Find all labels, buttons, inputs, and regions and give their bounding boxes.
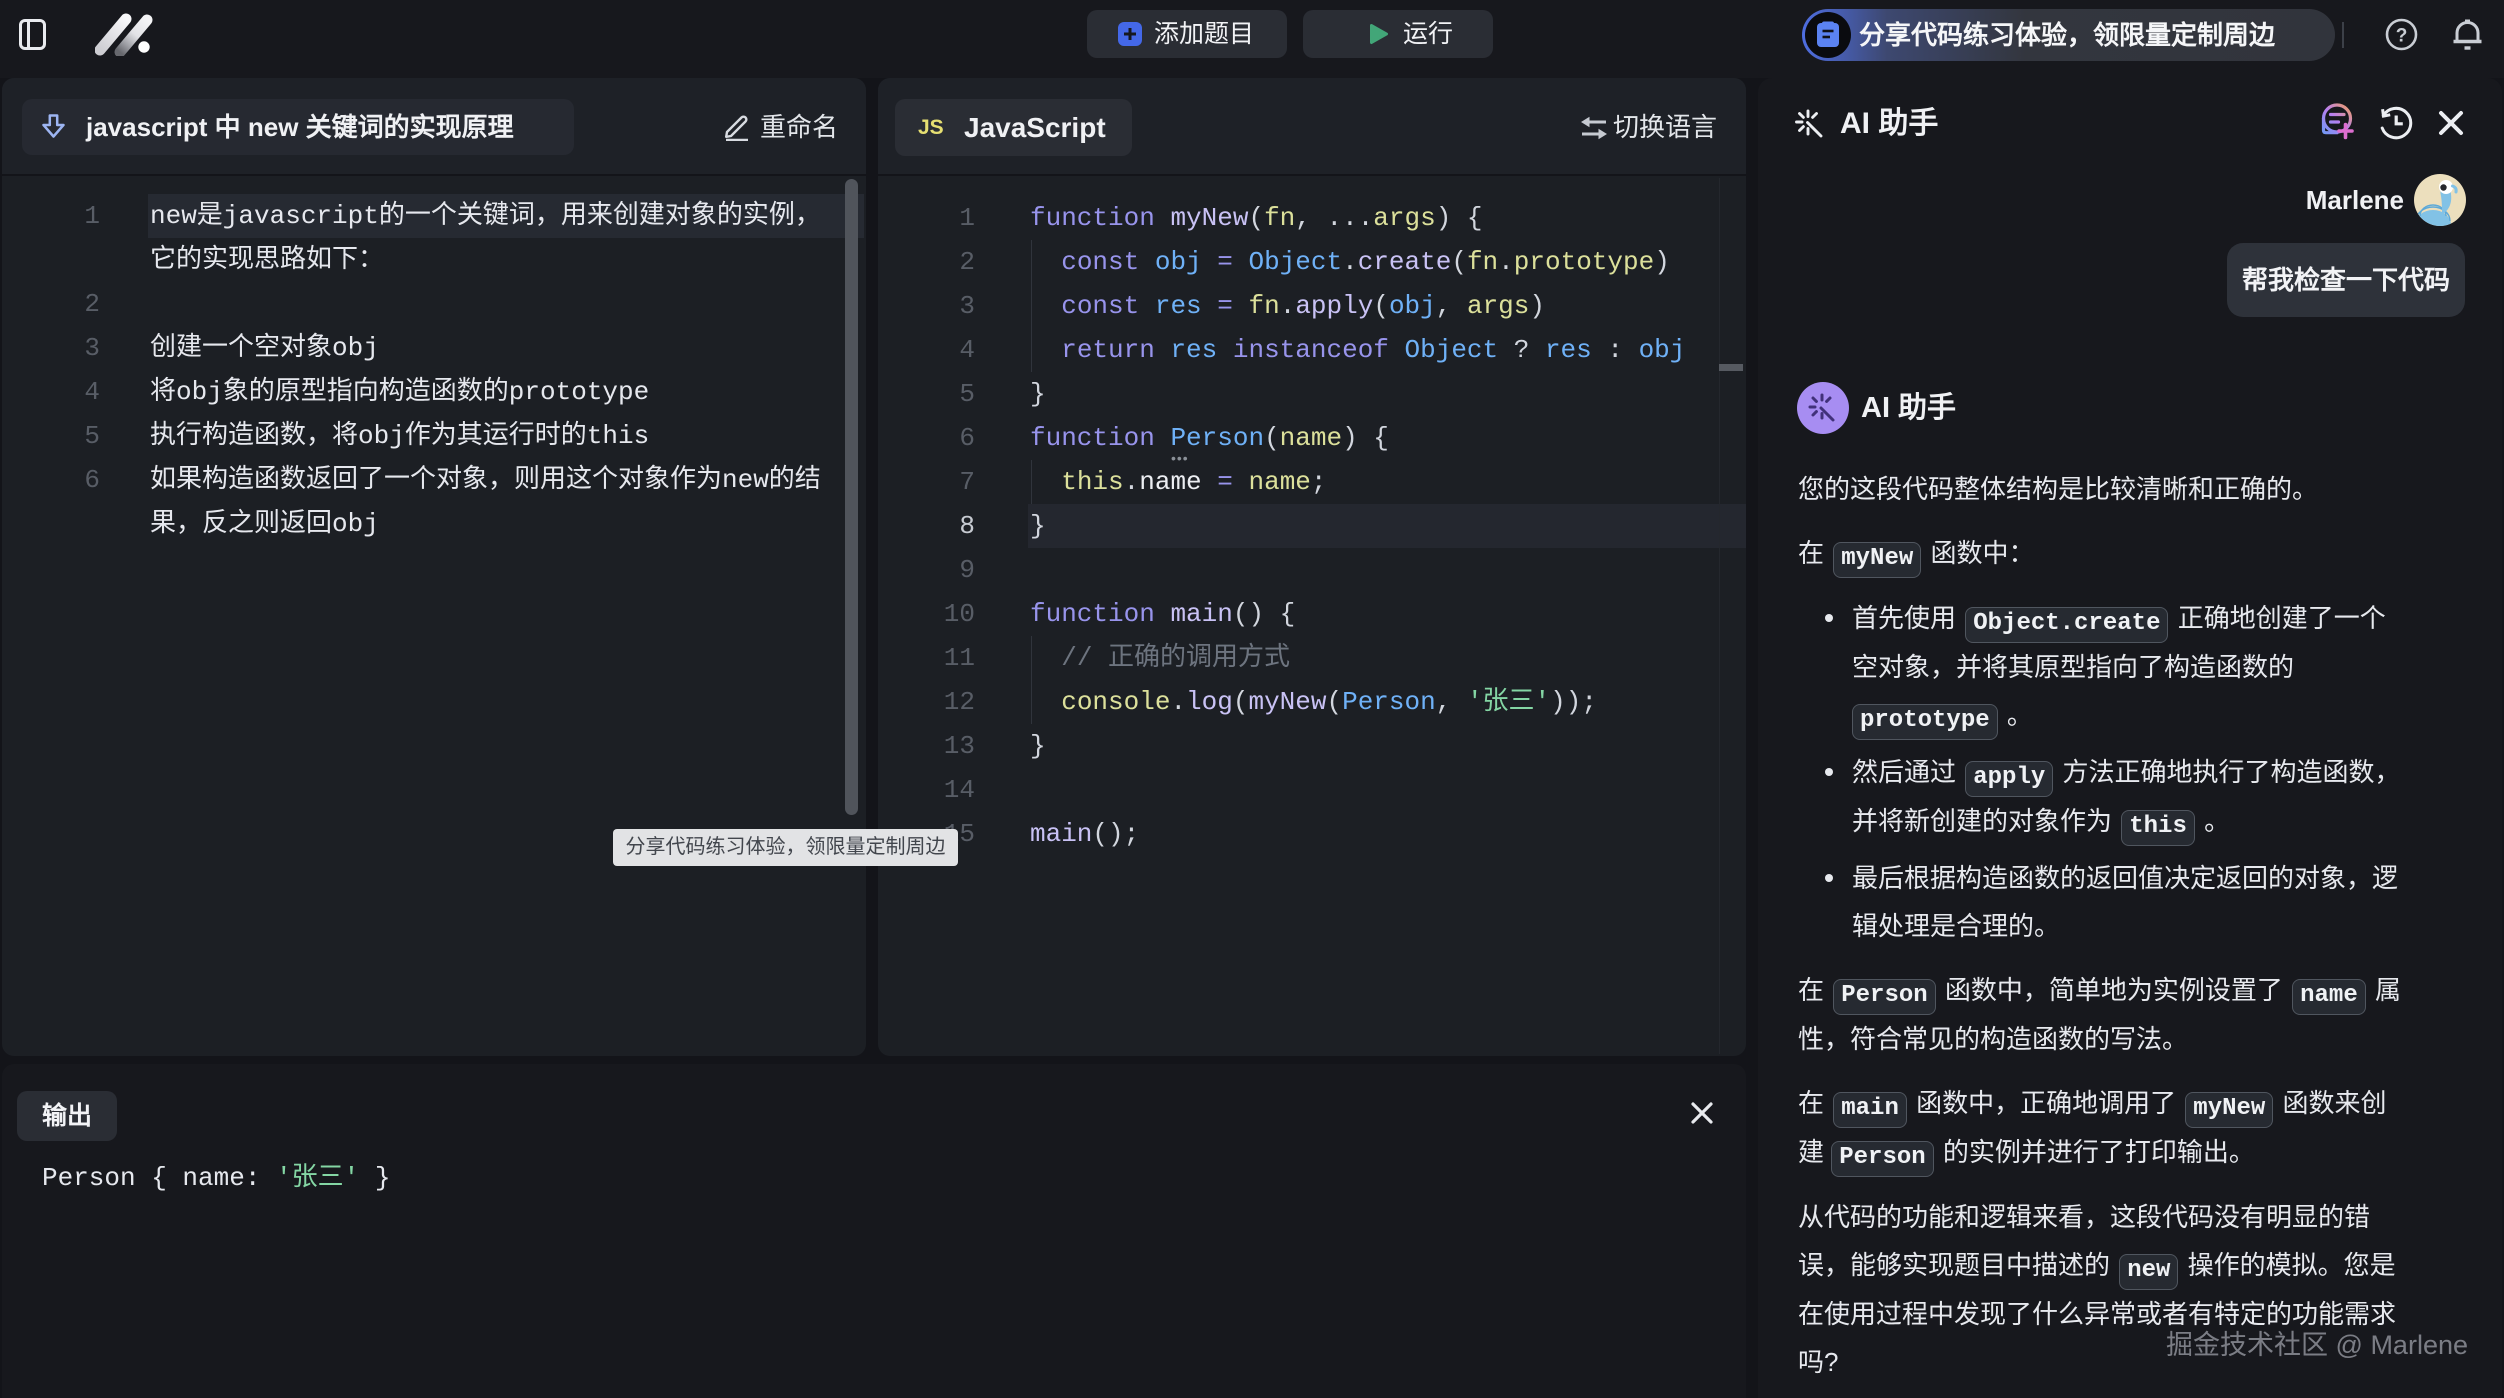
svg-text:?: ?: [2396, 26, 2408, 47]
